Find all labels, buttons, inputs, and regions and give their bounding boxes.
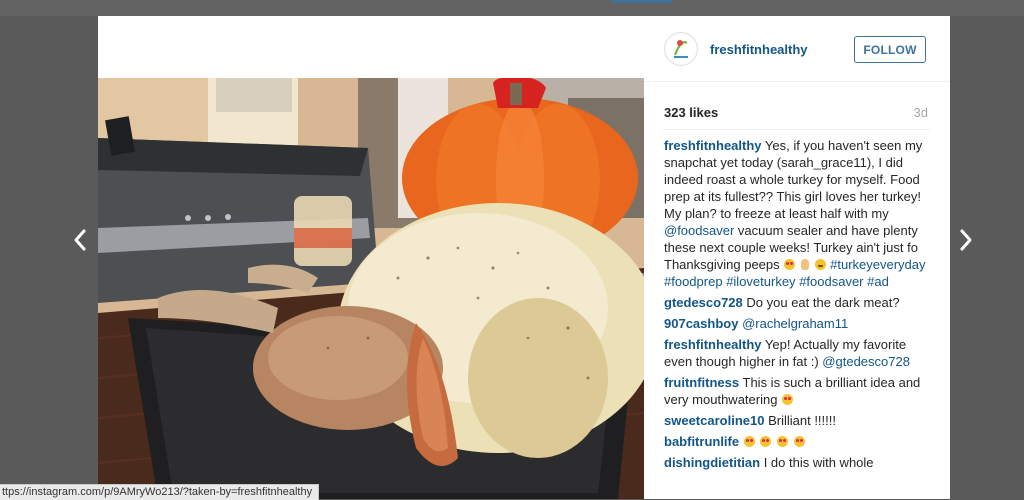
comment-mention[interactable]: @rachelgraham11 [742, 316, 848, 331]
heart-eyes-emoji-icon [776, 436, 788, 447]
comment-username[interactable]: 907cashboy [664, 316, 738, 331]
next-post-button[interactable] [954, 226, 978, 254]
comment-item: freshfitnhealthy Yep! Actually my favori… [664, 336, 930, 370]
comment-username[interactable]: sweetcaroline10 [664, 413, 764, 428]
comment-username[interactable]: babfitrunlife [664, 434, 739, 449]
hashtag[interactable]: #foodprep [664, 274, 723, 289]
post-author-username[interactable]: freshfitnhealthy [710, 42, 808, 57]
comment-item: 907cashboy @rachelgraham11 [664, 315, 930, 332]
likes-count[interactable]: 323 likes [664, 105, 718, 120]
caption: freshfitnhealthy Yes, if you haven't see… [664, 137, 930, 290]
comment-text: Do you eat the dark meat? [746, 295, 900, 310]
post-media [98, 16, 644, 499]
heart-eyes-emoji-icon [793, 436, 805, 447]
comment-item: babfitrunlife [664, 433, 930, 450]
heart-eyes-emoji-icon [743, 436, 755, 447]
background-page-strip [0, 0, 1024, 16]
comment-text: I do this with whole [763, 455, 874, 470]
caption-mention[interactable]: @foodsaver [664, 223, 734, 238]
comment-username[interactable]: fruitnfitness [664, 375, 739, 390]
comment-username[interactable]: dishingdietitian [664, 455, 760, 470]
heart-eyes-emoji-icon [760, 436, 772, 447]
heart-eyes-emoji-icon [782, 394, 794, 405]
comment-username[interactable]: gtedesco728 [664, 295, 743, 310]
comment-item: dishingdietitian I do this with whole [664, 454, 930, 471]
comment-item: fruitnfitness This is such a brilliant i… [664, 374, 930, 408]
comment-username[interactable]: freshfitnhealthy [664, 337, 762, 352]
previous-post-button[interactable] [68, 226, 92, 254]
avatar-logo [666, 34, 696, 64]
hashtag[interactable]: #turkeyeveryday [830, 257, 925, 272]
post-modal: freshfitnhealthy FOLLOW 323 likes 3d fre… [98, 16, 950, 499]
follow-button[interactable]: FOLLOW [854, 36, 926, 63]
comment-text: Brilliant !!!!!! [768, 413, 836, 428]
post-stats: 323 likes 3d [664, 105, 928, 123]
chevron-right-icon [960, 229, 972, 251]
chevron-left-icon [74, 229, 86, 251]
hashtag[interactable]: #foodsaver [799, 274, 863, 289]
avatar[interactable] [664, 32, 698, 66]
caption-username[interactable]: freshfitnhealthy [664, 138, 762, 153]
comment-list: freshfitnhealthy Yes, if you haven't see… [664, 137, 930, 475]
grin-emoji-icon [814, 259, 826, 270]
stats-divider [664, 129, 930, 130]
comment-item: gtedesco728 Do you eat the dark meat? [664, 294, 930, 311]
post-photo[interactable] [98, 78, 644, 499]
post-timestamp[interactable]: 3d [914, 105, 928, 120]
background-button-edge [612, 0, 672, 3]
post-header: freshfitnhealthy FOLLOW [644, 16, 950, 82]
comment-item: sweetcaroline10 Brilliant !!!!!! [664, 412, 930, 429]
comment-mention[interactable]: @gtedesco728 [822, 354, 910, 369]
heart-eyes-emoji-icon [784, 259, 796, 270]
hashtag[interactable]: #ad [867, 274, 889, 289]
hashtag[interactable]: #iloveturkey [726, 274, 795, 289]
ok-hand-emoji-icon [800, 259, 809, 270]
post-sidebar: freshfitnhealthy FOLLOW 323 likes 3d fre… [644, 16, 950, 499]
status-bar-url: ttps://instagram.com/p/9AMryWo213/?taken… [0, 484, 320, 500]
